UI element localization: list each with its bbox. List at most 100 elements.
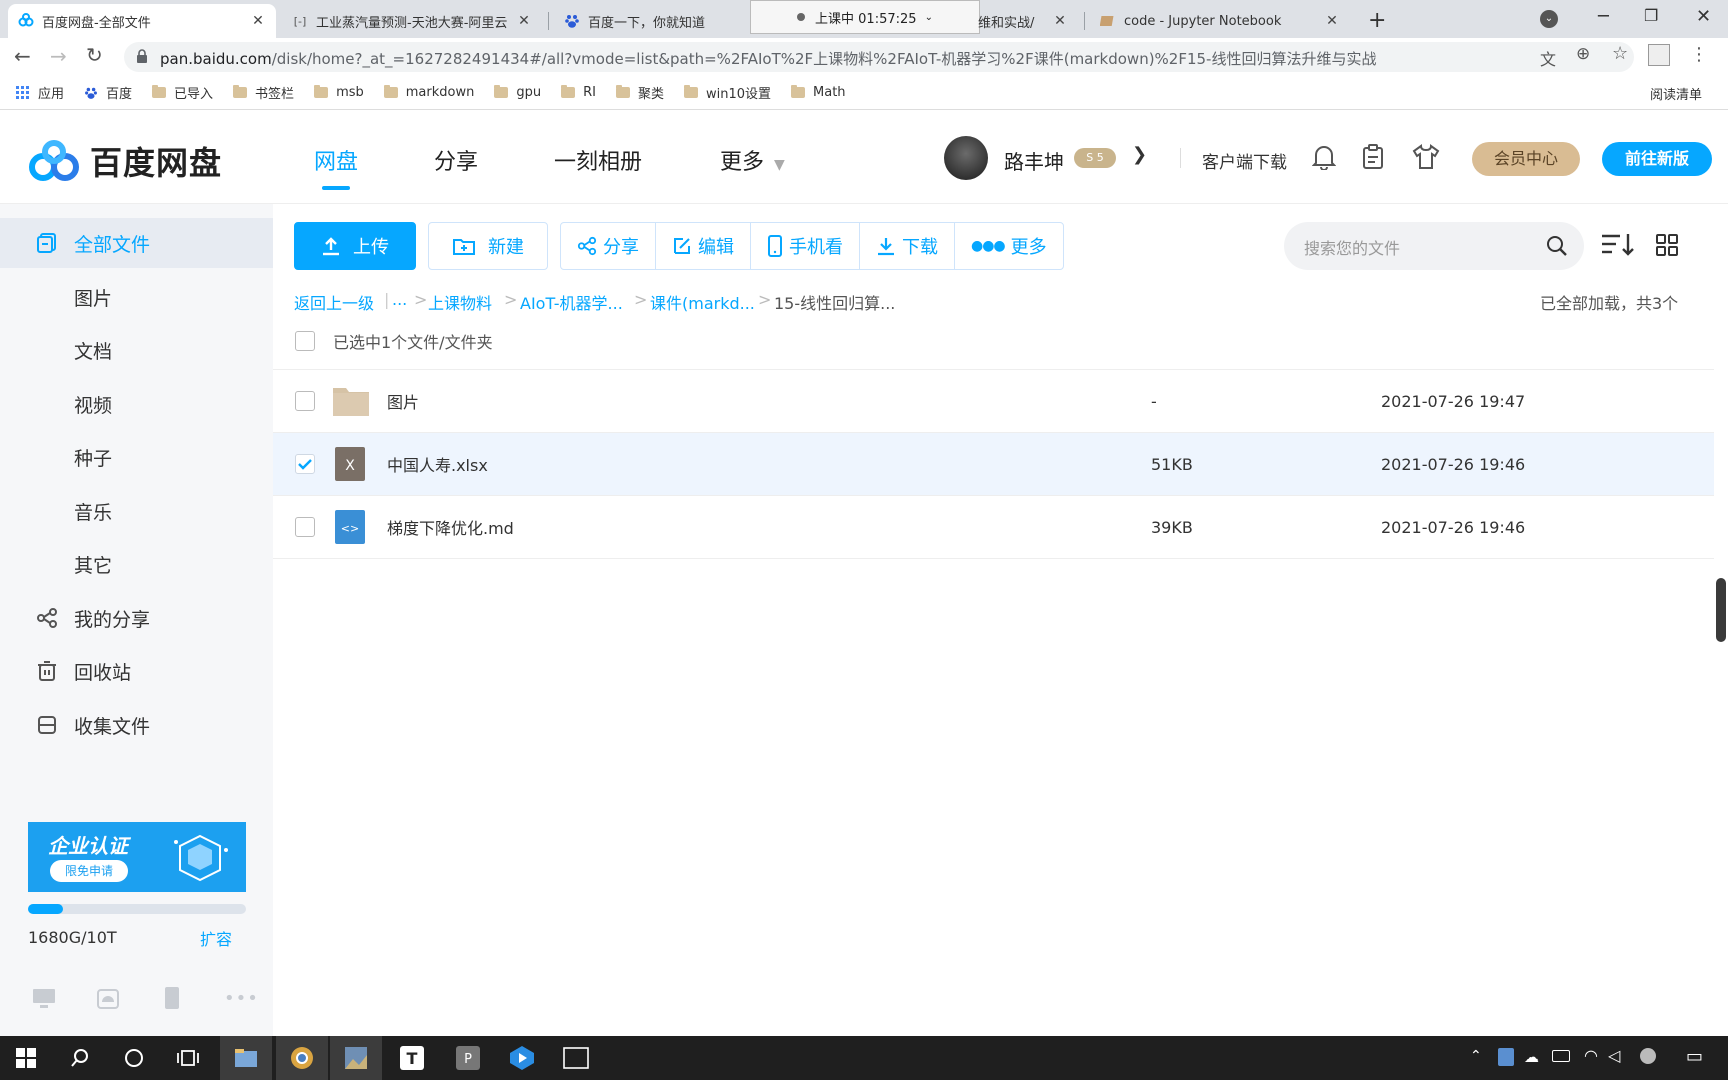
reading-list[interactable]: 阅读清单 (1650, 84, 1702, 103)
row-checkbox[interactable] (295, 391, 315, 411)
breadcrumb-ellipsis[interactable]: ... (392, 290, 407, 309)
tray-chevron-up-icon[interactable]: ⌃ (1470, 1048, 1482, 1064)
breadcrumb-item[interactable]: 课件(markd... (650, 290, 755, 314)
volume-icon[interactable]: ◁ (1608, 1046, 1620, 1065)
tab-search-icon[interactable]: ⌄ (1540, 10, 1558, 28)
new-tab-icon[interactable]: + (1368, 8, 1386, 33)
avatar[interactable] (944, 136, 988, 180)
star-icon[interactable]: ☆ (1612, 43, 1628, 64)
client-download-link[interactable]: 客户端下载 (1202, 148, 1287, 173)
username[interactable]: 路丰坤 (1004, 146, 1064, 175)
taskbar-app-chrome-icon[interactable] (276, 1036, 328, 1080)
sidebar-item-docs[interactable]: 文档 (0, 325, 273, 375)
nav-album[interactable]: 一刻相册 (554, 144, 642, 176)
mobile-view-button[interactable]: 手机看 (751, 223, 860, 269)
url-input[interactable]: pan.baidu.com/disk/home?_at_=16272824914… (124, 42, 1634, 72)
mobile-icon[interactable] (164, 986, 180, 1010)
forward-icon[interactable]: → (50, 44, 67, 68)
bookmark-folder[interactable]: msb (314, 85, 364, 100)
taskbar-app-pdf-icon[interactable]: P (442, 1036, 494, 1080)
sidebar-item-videos[interactable]: 视频 (0, 379, 273, 429)
onedrive-cloud-icon[interactable]: ☁ (1524, 1048, 1539, 1066)
row-checkbox[interactable] (295, 454, 315, 474)
new-folder-button[interactable]: 新建 (428, 222, 548, 270)
sidebar-item-collect-files[interactable]: 收集文件 (0, 700, 273, 750)
browser-tab-baidupan[interactable]: 百度网盘-全部文件 ✕ (8, 4, 276, 38)
table-row[interactable]: X 中国人寿.xlsx 51KB 2021-07-26 19:46 (273, 433, 1714, 496)
search-input[interactable]: 搜索您的文件 (1284, 222, 1584, 270)
breadcrumb-item[interactable]: 上课物料 (428, 290, 492, 314)
download-button[interactable]: 下载 (860, 223, 955, 269)
taskbar-app-typora-icon[interactable]: T (386, 1036, 438, 1080)
enterprise-banner[interactable]: 企业认证 限免申请 (28, 822, 246, 892)
bookmark-folder[interactable]: gpu (494, 85, 541, 100)
search-icon[interactable] (54, 1036, 106, 1080)
windows-start-icon[interactable] (0, 1036, 52, 1080)
bookmark-folder[interactable]: Math (791, 85, 846, 100)
bookmark-folder[interactable]: 书签栏 (233, 83, 294, 102)
bookmark-folder[interactable]: 聚类 (615, 83, 664, 102)
reload-icon[interactable]: ↻ (86, 43, 103, 67)
taskbar-app-terminal-icon[interactable] (550, 1036, 602, 1080)
banner-apply-button[interactable]: 限免申请 (50, 860, 128, 882)
file-name[interactable]: 图片 (387, 389, 419, 413)
bookmark-baidu[interactable]: 百度 (84, 83, 132, 102)
browser-tab-tianchi[interactable]: [-] 工业蒸汽量预测-天池大赛-阿里云 ✕ (282, 4, 542, 38)
sidebar-item-recycle-bin[interactable]: 回收站 (0, 646, 273, 696)
close-window-icon[interactable]: ✕ (1696, 6, 1711, 27)
search-icon[interactable] (1546, 235, 1568, 257)
more-button[interactable]: ●●● 更多 (955, 223, 1063, 269)
notification-icon[interactable]: ▭ (1686, 1046, 1703, 1067)
tab-close-icon[interactable]: ✕ (1052, 13, 1068, 29)
nav-wangpan[interactable]: 网盘 (314, 144, 358, 176)
bookmark-folder[interactable]: markdown (383, 85, 474, 100)
scrollbar-handle[interactable] (1716, 578, 1726, 642)
new-version-button[interactable]: 前往新版 (1602, 142, 1712, 176)
browser-tab-jupyter[interactable]: code - Jupyter Notebook ✕ (1090, 4, 1350, 38)
expand-link[interactable]: 扩容 (200, 926, 232, 950)
tab-close-icon[interactable]: ✕ (1324, 13, 1340, 29)
back-icon[interactable]: ← (14, 44, 31, 68)
bookmark-folder[interactable]: win10设置 (684, 83, 771, 102)
bookmark-folder[interactable]: 已导入 (152, 83, 213, 102)
more-dots-icon[interactable]: ••• (224, 988, 259, 1009)
wifi-icon[interactable]: ◠ (1584, 1046, 1598, 1065)
taskbar-app-image-icon[interactable] (330, 1036, 382, 1080)
row-checkbox[interactable] (295, 517, 315, 537)
file-name[interactable]: 中国人寿.xlsx (387, 452, 488, 476)
cortana-icon[interactable] (108, 1036, 160, 1080)
pan-logo[interactable]: 百度网盘 (26, 138, 222, 184)
android-icon[interactable] (96, 988, 120, 1010)
bookmark-folder[interactable]: RI (561, 85, 596, 100)
taskbar-app-player-icon[interactable] (496, 1036, 548, 1080)
tshirt-icon[interactable] (1412, 144, 1440, 170)
sort-icon[interactable] (1600, 232, 1636, 258)
sidebar-item-my-share[interactable]: 我的分享 (0, 593, 273, 643)
grid-view-icon[interactable] (1656, 234, 1678, 256)
nav-share[interactable]: 分享 (434, 144, 478, 176)
sidebar-item-music[interactable]: 音乐 (0, 486, 273, 536)
menu-icon[interactable]: ⋮ (1690, 44, 1708, 65)
sidebar-item-images[interactable]: 图片 (0, 272, 273, 322)
recording-indicator[interactable]: 上课中 01:57:25 ⌄ (750, 0, 980, 34)
sidebar-item-torrents[interactable]: 种子 (0, 432, 273, 482)
bell-icon[interactable] (1312, 144, 1336, 170)
minimize-icon[interactable]: ─ (1598, 6, 1609, 27)
table-row[interactable]: 图片 - 2021-07-26 19:47 (273, 370, 1714, 433)
user-menu-chevron-icon[interactable]: ❯ (1132, 144, 1147, 165)
nav-more[interactable]: 更多 ▼ (720, 144, 785, 176)
edit-button[interactable]: 编辑 (656, 223, 751, 269)
file-name[interactable]: 梯度下降优化.md (387, 515, 514, 539)
share-button[interactable]: 分享 (561, 223, 656, 269)
browser-tab-baidu[interactable]: 百度一下，你就知道 (554, 4, 754, 38)
zoom-icon[interactable]: ⊕ (1576, 44, 1590, 64)
tab-close-icon[interactable]: ✕ (250, 13, 266, 29)
tab-close-icon[interactable]: ✕ (516, 13, 532, 29)
profile-icon[interactable] (1648, 44, 1670, 66)
vip-center-button[interactable]: 会员中心 (1472, 142, 1580, 176)
bookmark-apps[interactable]: 应用 (16, 83, 64, 102)
desktop-client-icon[interactable] (32, 988, 56, 1010)
upload-button[interactable]: 上传 (294, 222, 416, 270)
select-all-checkbox[interactable] (295, 330, 315, 351)
task-view-icon[interactable] (162, 1036, 214, 1080)
